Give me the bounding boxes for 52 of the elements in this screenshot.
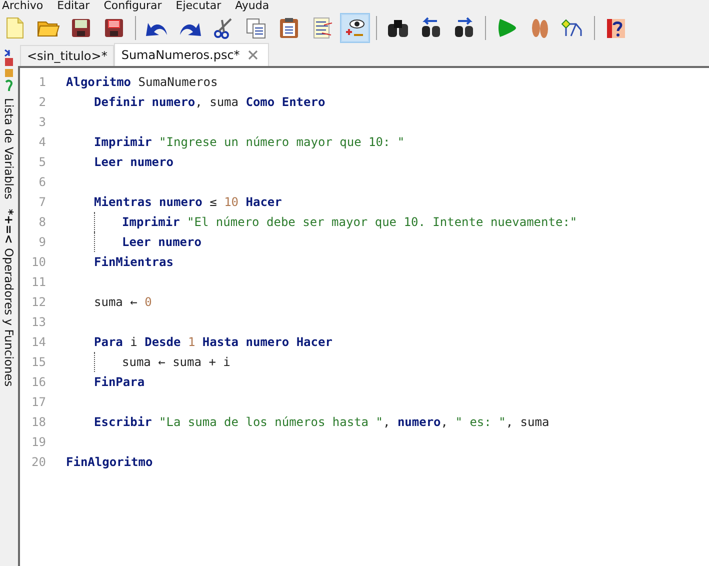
line-number: 20 xyxy=(30,455,46,469)
code-line: Leer numero xyxy=(122,235,202,249)
line-number: 10 xyxy=(30,255,46,269)
line-number: 1 xyxy=(38,75,46,89)
line-number: 13 xyxy=(30,315,46,329)
menu-item[interactable]: Ayuda xyxy=(235,0,270,12)
line-number: 3 xyxy=(38,115,46,129)
code-line: FinPara xyxy=(94,375,145,389)
code-line: Definir numero, suma Como Entero xyxy=(94,95,326,109)
code-line: Para i Desde 1 Hasta numero Hacer xyxy=(94,335,332,349)
code-line: Leer numero xyxy=(94,155,174,169)
code-line: FinAlgoritmo xyxy=(66,455,153,469)
file-tab[interactable]: SumaNumeros.psc* xyxy=(114,43,269,66)
line-number: 19 xyxy=(30,435,46,449)
menu-item[interactable]: Configurar xyxy=(104,0,162,12)
line-number: 16 xyxy=(30,375,46,389)
binoculars-icon xyxy=(452,16,476,40)
line-number: 7 xyxy=(38,195,46,209)
line-number: 11 xyxy=(30,275,46,289)
code-line: Escribir "La suma de los números hasta ", numero, " es: ", suma xyxy=(94,415,550,429)
code-line: Mientras numero ≤ 10 Hacer xyxy=(94,195,282,209)
code-line: suma ← suma + i xyxy=(122,355,230,369)
menu-item[interactable]: Editar xyxy=(57,0,90,12)
line-number: 5 xyxy=(38,155,46,169)
side-panel-tab[interactable]: Lista de Variables xyxy=(2,48,16,200)
code-line: suma ← 0 xyxy=(94,295,152,309)
close-icon[interactable] xyxy=(248,50,258,60)
line-number: 18 xyxy=(30,415,46,429)
clipboard-icon xyxy=(277,16,301,40)
code-line: Imprimir "Ingrese un número mayor que 10: " xyxy=(94,135,405,149)
menu-item[interactable]: Ejecutar xyxy=(176,0,222,12)
code-line: Algoritmo SumaNumeros xyxy=(66,75,218,89)
side-panel-tab[interactable]: *+=< Operadores y Funciones xyxy=(2,209,16,387)
variables-icon xyxy=(3,48,15,94)
copy-icon xyxy=(244,16,268,40)
code-editor[interactable] xyxy=(18,66,709,566)
binoculars-icon xyxy=(419,16,443,40)
line-number: 2 xyxy=(38,95,46,109)
line-number: 9 xyxy=(38,235,46,249)
file-tab[interactable]: <sin_titulo>* xyxy=(20,45,114,66)
line-number: 6 xyxy=(38,175,46,189)
toolbar-button[interactable] xyxy=(340,13,370,43)
line-number: 8 xyxy=(38,215,46,229)
help-icon xyxy=(604,16,628,40)
line-number: 12 xyxy=(30,295,46,309)
line-number: 15 xyxy=(30,355,46,369)
menu-item[interactable]: Archivo xyxy=(2,0,44,12)
code-line: FinMientras xyxy=(94,255,174,269)
code-line: Imprimir "El número debe ser mayor que 10. Intente nuevamente:" xyxy=(122,215,578,229)
line-number: 4 xyxy=(38,135,46,149)
line-number: 17 xyxy=(30,395,46,409)
line-number: 14 xyxy=(30,335,46,349)
